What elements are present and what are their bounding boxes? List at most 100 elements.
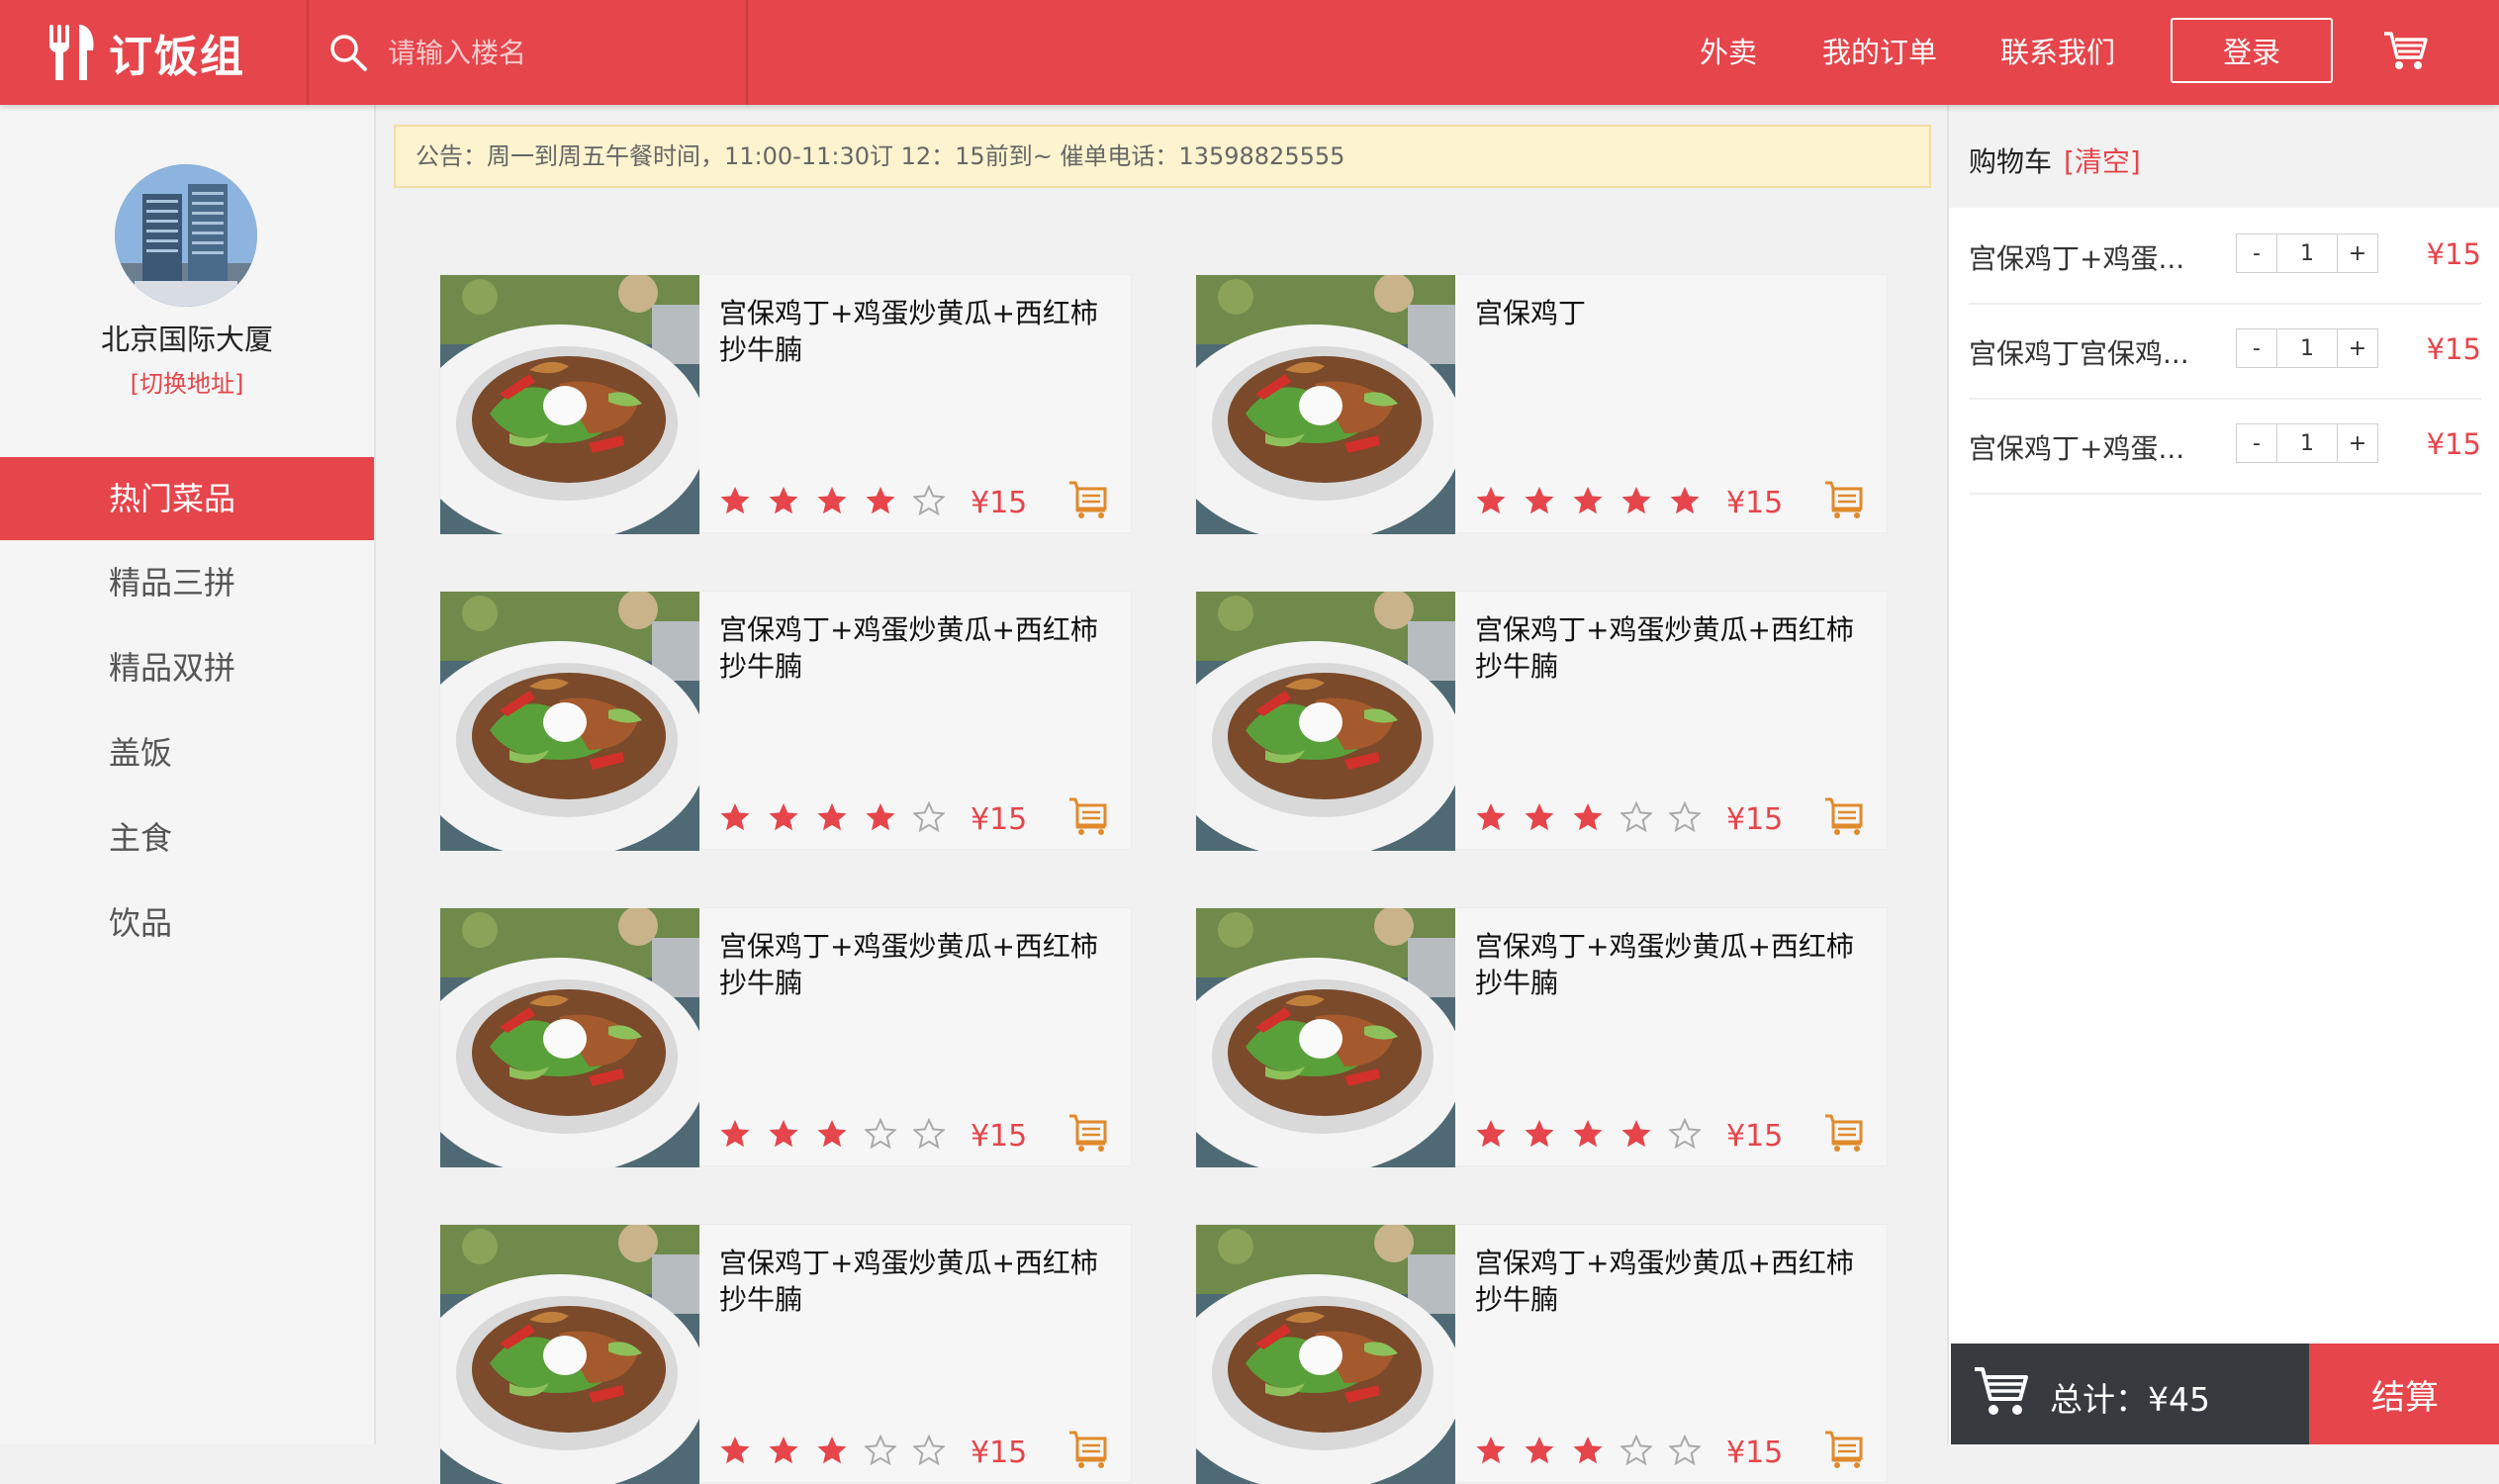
cart-icon[interactable]: [2382, 30, 2428, 71]
category-drinks[interactable]: 饮品: [0, 881, 374, 965]
dish-rating: [1475, 1112, 1717, 1156]
add-to-cart-icon: [1825, 1431, 1863, 1468]
brand-name: 订饭组: [109, 32, 245, 82]
category-rice-bowl[interactable]: 盖饭: [0, 711, 374, 794]
dish-price: ¥15: [1726, 802, 1784, 837]
announcement-bar: 公告：周一到周五午餐时间，11:00-11:30订 12：15前到~ 催单电话：…: [394, 125, 1931, 188]
location-name: 北京国际大厦: [100, 323, 273, 356]
dish-image[interactable]: [1196, 592, 1455, 851]
add-to-cart-icon: [1069, 797, 1107, 835]
star-filled-icon: [1476, 1437, 1506, 1464]
switch-address-link[interactable]: [切换地址]: [0, 364, 374, 399]
add-to-cart-icon: [1069, 1431, 1107, 1468]
add-to-cart-button[interactable]: [1065, 1110, 1109, 1154]
add-to-cart-button[interactable]: [1065, 793, 1109, 837]
dish-name: 宫保鸡丁+鸡蛋炒黄瓜+西红柿抄牛腩: [719, 1247, 1098, 1316]
category-double[interactable]: 精品双拼: [0, 626, 374, 709]
nav-contact-us[interactable]: 联系我们: [2000, 30, 2115, 71]
star-empty-icon: [1620, 1435, 1652, 1466]
star-empty-icon: [913, 1435, 945, 1466]
quantity-value[interactable]: 1: [2277, 328, 2337, 368]
star-filled-icon: [1573, 803, 1603, 831]
cart-total: 总计：¥45: [2050, 1380, 2210, 1419]
dish-card[interactable]: 宫保鸡丁+鸡蛋炒黄瓜+西红柿抄牛腩 ¥15: [1195, 591, 1888, 851]
add-to-cart-button[interactable]: [1821, 1427, 1865, 1470]
add-to-cart-button[interactable]: [1821, 793, 1865, 837]
dish-name: 宫保鸡丁+鸡蛋炒黄瓜+西红柿抄牛腩: [719, 297, 1098, 366]
add-to-cart-icon: [1825, 797, 1863, 835]
quantity-value[interactable]: 1: [2277, 233, 2337, 273]
star-filled-icon: [817, 1437, 847, 1464]
cart-clear-link[interactable]: [清空]: [2064, 140, 2141, 180]
dish-image[interactable]: [1196, 275, 1455, 534]
dish-image[interactable]: [1196, 1225, 1455, 1484]
dish-rating: [719, 479, 962, 522]
cart-item: 宫保鸡丁+鸡蛋... - 1 + ¥15: [1969, 398, 2481, 495]
dish-card[interactable]: 宫保鸡丁 ¥15: [1195, 274, 1888, 534]
decrease-button[interactable]: -: [2236, 423, 2277, 463]
star-empty-icon: [913, 1118, 945, 1150]
add-to-cart-icon: [1825, 1114, 1863, 1152]
star-empty-icon: [865, 1435, 896, 1466]
login-button[interactable]: 登录: [2171, 18, 2333, 83]
star-filled-icon: [720, 1120, 750, 1148]
quantity-value[interactable]: 1: [2277, 423, 2337, 463]
star-filled-icon: [1573, 487, 1603, 514]
increase-button[interactable]: +: [2337, 328, 2378, 368]
dish-image[interactable]: [440, 592, 699, 851]
search-icon[interactable]: [328, 33, 368, 72]
add-to-cart-icon: [1069, 1114, 1107, 1152]
decrease-button[interactable]: -: [2236, 233, 2277, 273]
cart-total-bar: 总计：¥45: [1951, 1344, 2309, 1444]
cart-item: 宫保鸡丁宫保鸡... - 1 + ¥15: [1969, 303, 2481, 400]
cart-icon: [1975, 1367, 2028, 1415]
dish-card[interactable]: 宫保鸡丁+鸡蛋炒黄瓜+西红柿抄牛腩 ¥15: [439, 591, 1132, 851]
dish-price: ¥15: [971, 1436, 1028, 1470]
star-filled-icon: [1525, 803, 1554, 831]
cart-item-price: ¥15: [2426, 237, 2481, 271]
cart-item: 宫保鸡丁+鸡蛋... - 1 + ¥15: [1969, 208, 2481, 305]
star-filled-icon: [1621, 487, 1651, 514]
category-triple[interactable]: 精品三拼: [0, 541, 374, 624]
dish-image[interactable]: [440, 275, 699, 534]
quantity-stepper: - 1 +: [2236, 328, 2378, 368]
add-to-cart-button[interactable]: [1821, 1110, 1865, 1154]
nav-my-orders[interactable]: 我的订单: [1822, 30, 1937, 71]
cart-title: 购物车: [1969, 145, 2053, 178]
increase-button[interactable]: +: [2337, 233, 2378, 273]
search-input[interactable]: [386, 27, 766, 78]
star-filled-icon: [817, 487, 847, 514]
star-filled-icon: [866, 803, 895, 831]
star-filled-icon: [1525, 1120, 1554, 1148]
dish-name: 宫保鸡丁+鸡蛋炒黄瓜+西红柿抄牛腩: [1475, 613, 1854, 683]
star-filled-icon: [1621, 1120, 1651, 1148]
category-hot[interactable]: 热门菜品: [0, 457, 374, 540]
cart-header: 购物车 [清空]: [1949, 105, 2499, 208]
star-filled-icon: [769, 1120, 798, 1148]
cart-item-name: 宫保鸡丁宫保鸡...: [1969, 337, 2189, 370]
checkout-button[interactable]: 结算: [2309, 1344, 2499, 1444]
nav-takeout[interactable]: 外卖: [1700, 30, 1757, 71]
dish-card[interactable]: 宫保鸡丁+鸡蛋炒黄瓜+西红柿抄牛腩 ¥15: [1195, 907, 1888, 1167]
dish-rating: [1475, 1429, 1717, 1472]
add-to-cart-button[interactable]: [1821, 477, 1865, 520]
category-staple[interactable]: 主食: [0, 796, 374, 880]
search-box: [328, 25, 766, 80]
dish-rating: [1475, 795, 1717, 839]
building-avatar: [115, 164, 257, 307]
header-divider: [307, 0, 309, 105]
dish-rating: [1475, 479, 1717, 522]
brand-logo[interactable]: 订饭组: [47, 22, 245, 83]
add-to-cart-button[interactable]: [1065, 1427, 1109, 1470]
dish-image[interactable]: [440, 908, 699, 1167]
quantity-stepper: - 1 +: [2236, 423, 2378, 463]
dish-image[interactable]: [440, 1225, 699, 1484]
dish-card[interactable]: 宫保鸡丁+鸡蛋炒黄瓜+西红柿抄牛腩 ¥15: [439, 274, 1132, 534]
dish-image[interactable]: [1196, 908, 1455, 1167]
star-filled-icon: [720, 1437, 750, 1464]
dish-card[interactable]: 宫保鸡丁+鸡蛋炒黄瓜+西红柿抄牛腩 ¥15: [439, 907, 1132, 1167]
add-to-cart-button[interactable]: [1065, 477, 1109, 520]
increase-button[interactable]: +: [2337, 423, 2378, 463]
decrease-button[interactable]: -: [2236, 328, 2277, 368]
star-empty-icon: [1620, 801, 1652, 833]
